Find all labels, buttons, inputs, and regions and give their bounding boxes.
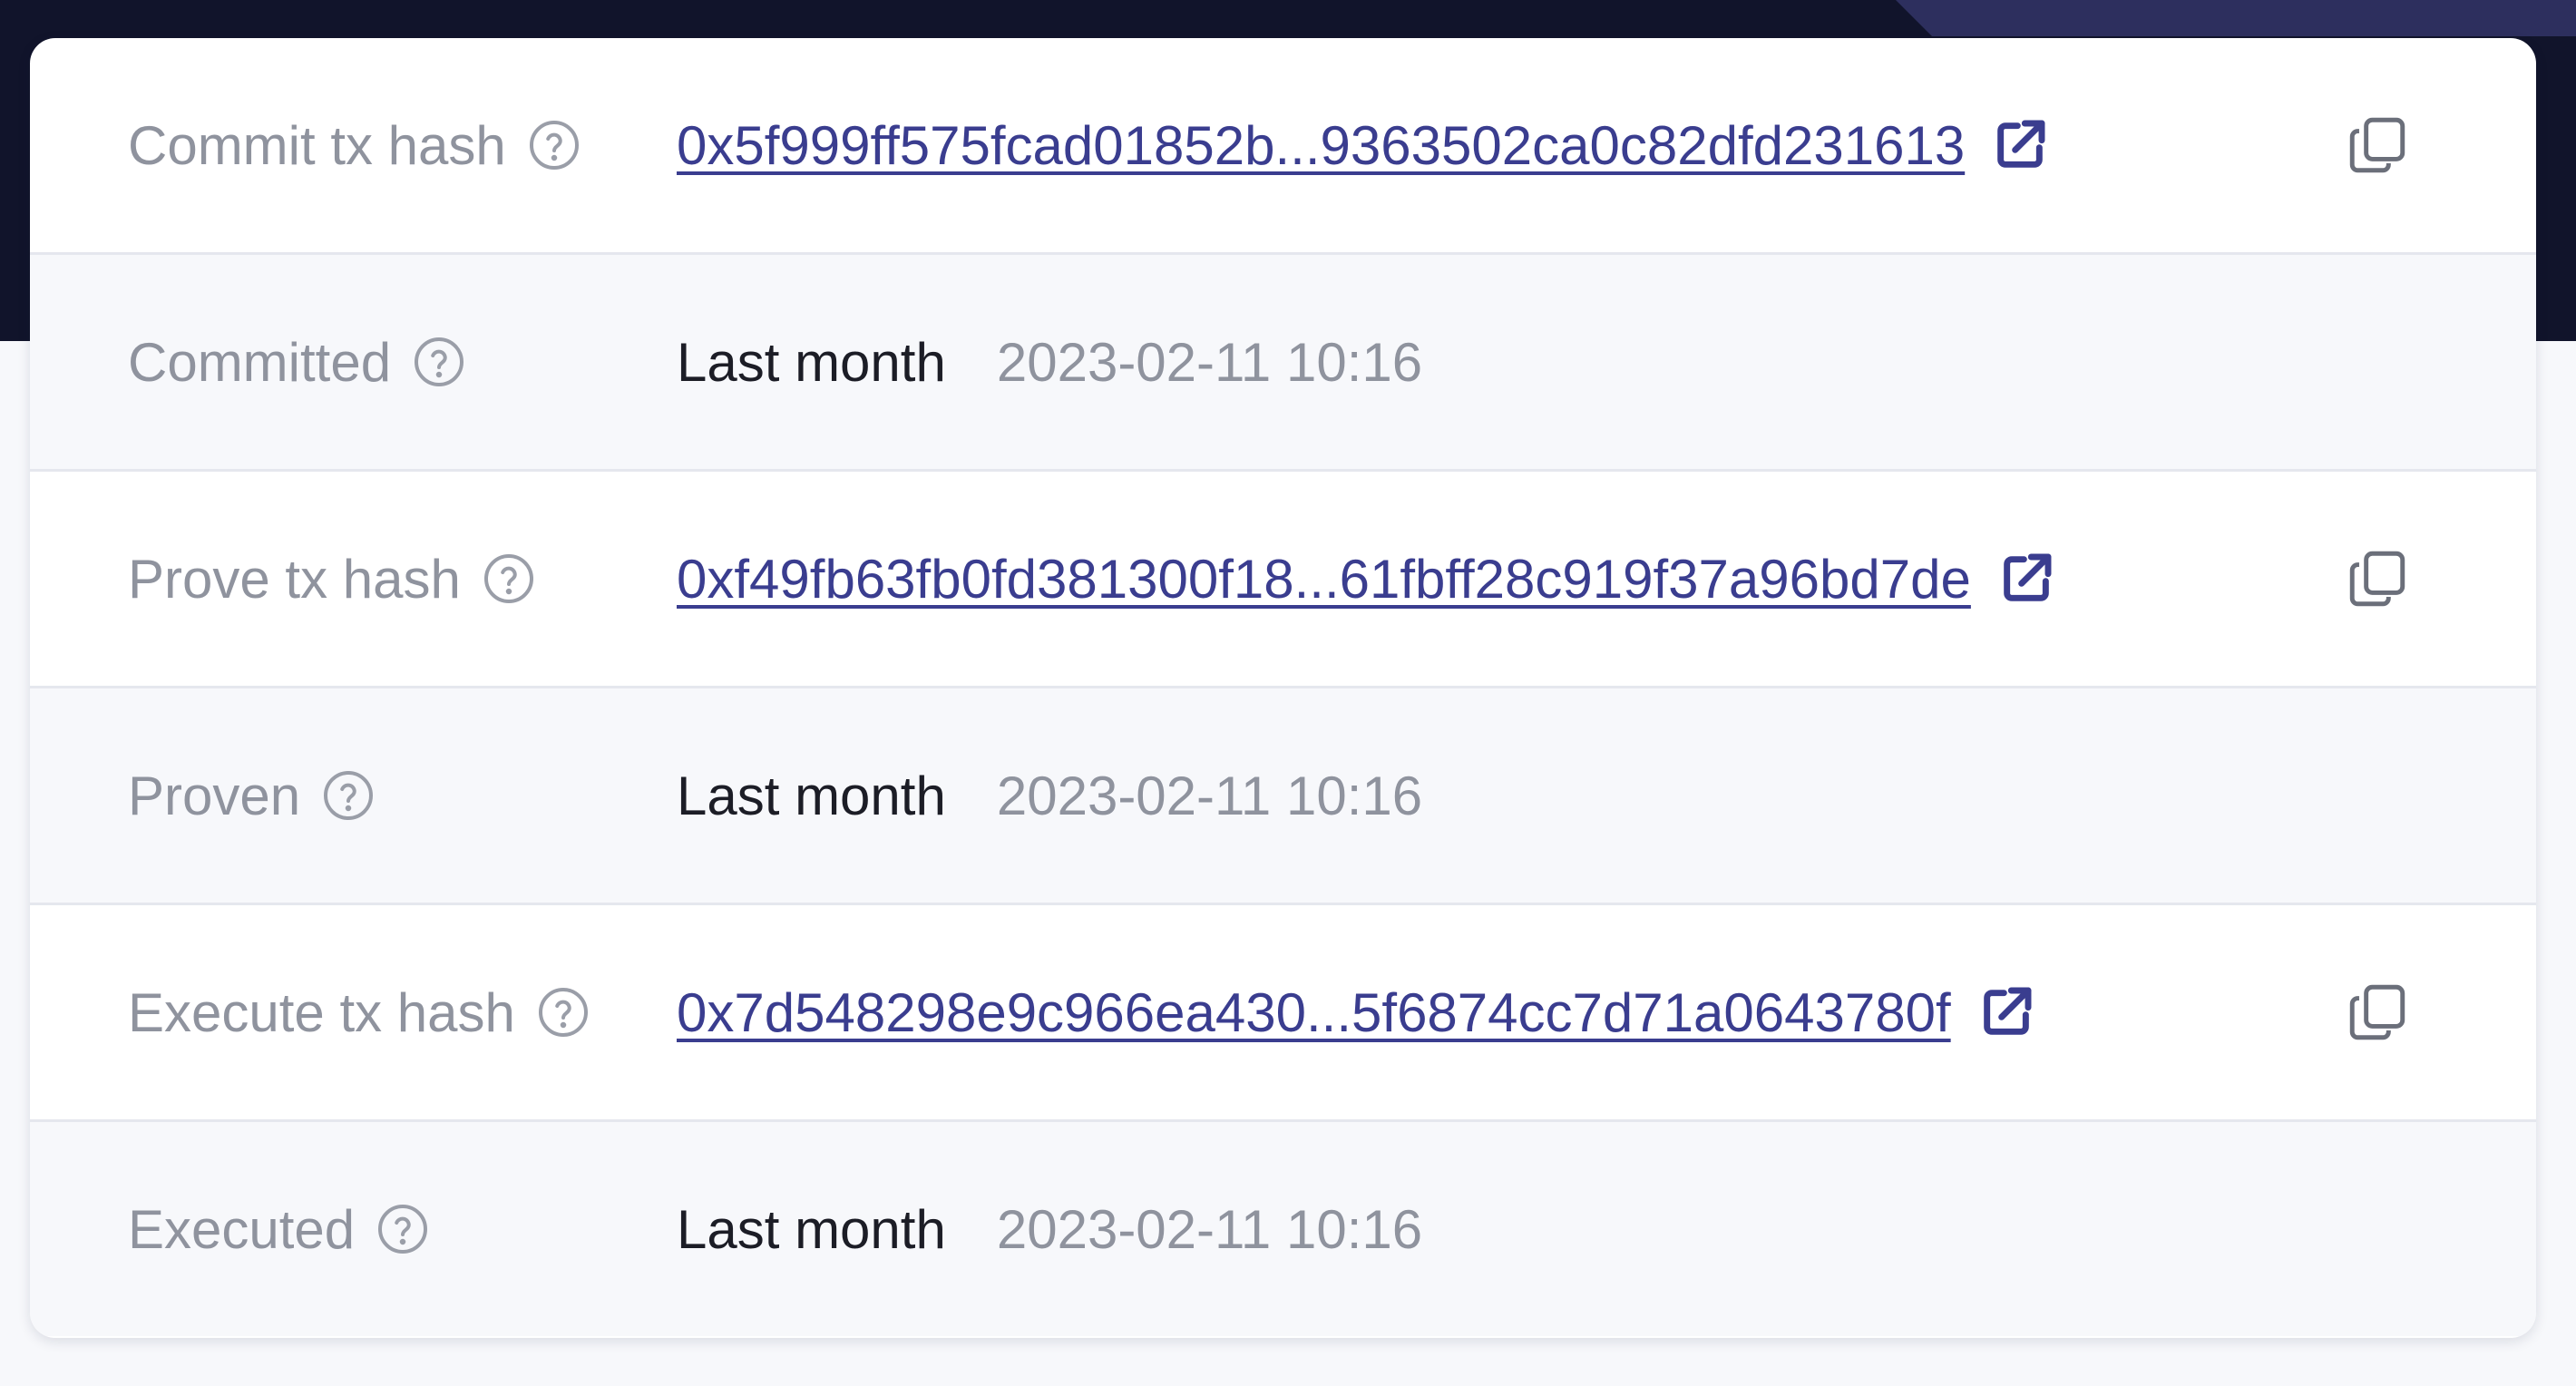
row-value: 0x7d548298e9c966ea430...5f6874cc7d71a064… xyxy=(677,905,2036,1119)
prove-tx-hash-link[interactable]: 0xf49fb63fb0fd381300f18...61fbff28c919f3… xyxy=(677,548,1971,610)
copy-icon xyxy=(2349,551,2405,607)
proven-relative-time: Last month xyxy=(677,765,946,826)
committed-timestamp: 2023-02-11 10:16 xyxy=(996,331,1423,393)
row-prove-tx-hash: Prove tx hash 0xf49fb63fb0fd381300f18...… xyxy=(30,469,2536,686)
executed-relative-time: Last month xyxy=(677,1198,946,1260)
proven-label: Proven xyxy=(128,765,301,826)
execute-tx-hash-label: Execute tx hash xyxy=(128,981,515,1043)
committed-label: Committed xyxy=(128,331,392,393)
copy-icon xyxy=(2349,117,2405,173)
question-circle-icon[interactable] xyxy=(481,551,537,607)
external-link-icon[interactable] xyxy=(1996,549,2056,609)
row-execute-tx-hash: Execute tx hash 0x7d548298e9c966ea430...… xyxy=(30,903,2536,1119)
row-executed: Executed Last month 2023-02-11 10:16 xyxy=(30,1119,2536,1336)
row-value: 0xf49fb63fb0fd381300f18...61fbff28c919f3… xyxy=(677,472,2056,686)
row-value: Last month 2023-02-11 10:16 xyxy=(677,1122,1422,1336)
row-value: Last month 2023-02-11 10:16 xyxy=(677,255,1422,469)
batch-details-card: Commit tx hash 0x5f999ff575fcad01852b...… xyxy=(30,38,2536,1338)
copy-commit-hash-button[interactable] xyxy=(2341,109,2414,181)
row-label: Proven xyxy=(128,688,376,903)
committed-relative-time: Last month xyxy=(677,331,946,393)
row-label: Commit tx hash xyxy=(128,38,582,252)
row-committed: Committed Last month 2023-02-11 10:16 xyxy=(30,252,2536,469)
external-link-icon[interactable] xyxy=(1990,115,2050,175)
commit-tx-hash-link[interactable]: 0x5f999ff575fcad01852b...9363502ca0c82df… xyxy=(677,114,1965,177)
copy-icon xyxy=(2349,984,2405,1040)
row-label: Executed xyxy=(128,1122,431,1336)
copy-execute-hash-button[interactable] xyxy=(2341,976,2414,1049)
question-circle-icon[interactable] xyxy=(411,334,467,390)
header-accent-shape xyxy=(1896,0,2576,36)
row-label: Prove tx hash xyxy=(128,472,537,686)
proven-timestamp: 2023-02-11 10:16 xyxy=(996,765,1423,826)
copy-prove-hash-button[interactable] xyxy=(2341,542,2414,615)
question-circle-icon[interactable] xyxy=(375,1201,431,1257)
prove-tx-hash-label: Prove tx hash xyxy=(128,548,461,610)
row-label: Committed xyxy=(128,255,467,469)
commit-tx-hash-label: Commit tx hash xyxy=(128,114,506,176)
question-circle-icon[interactable] xyxy=(526,117,582,173)
question-circle-icon[interactable] xyxy=(320,767,376,824)
external-link-icon[interactable] xyxy=(1976,982,2036,1042)
row-value: 0x5f999ff575fcad01852b...9363502ca0c82df… xyxy=(677,38,2050,252)
row-commit-tx-hash: Commit tx hash 0x5f999ff575fcad01852b...… xyxy=(30,38,2536,252)
row-proven: Proven Last month 2023-02-11 10:16 xyxy=(30,686,2536,903)
execute-tx-hash-link[interactable]: 0x7d548298e9c966ea430...5f6874cc7d71a064… xyxy=(677,981,1951,1044)
question-circle-icon[interactable] xyxy=(535,984,591,1040)
row-value: Last month 2023-02-11 10:16 xyxy=(677,688,1422,903)
row-label: Execute tx hash xyxy=(128,905,591,1119)
executed-label: Executed xyxy=(128,1198,356,1260)
executed-timestamp: 2023-02-11 10:16 xyxy=(996,1198,1423,1260)
